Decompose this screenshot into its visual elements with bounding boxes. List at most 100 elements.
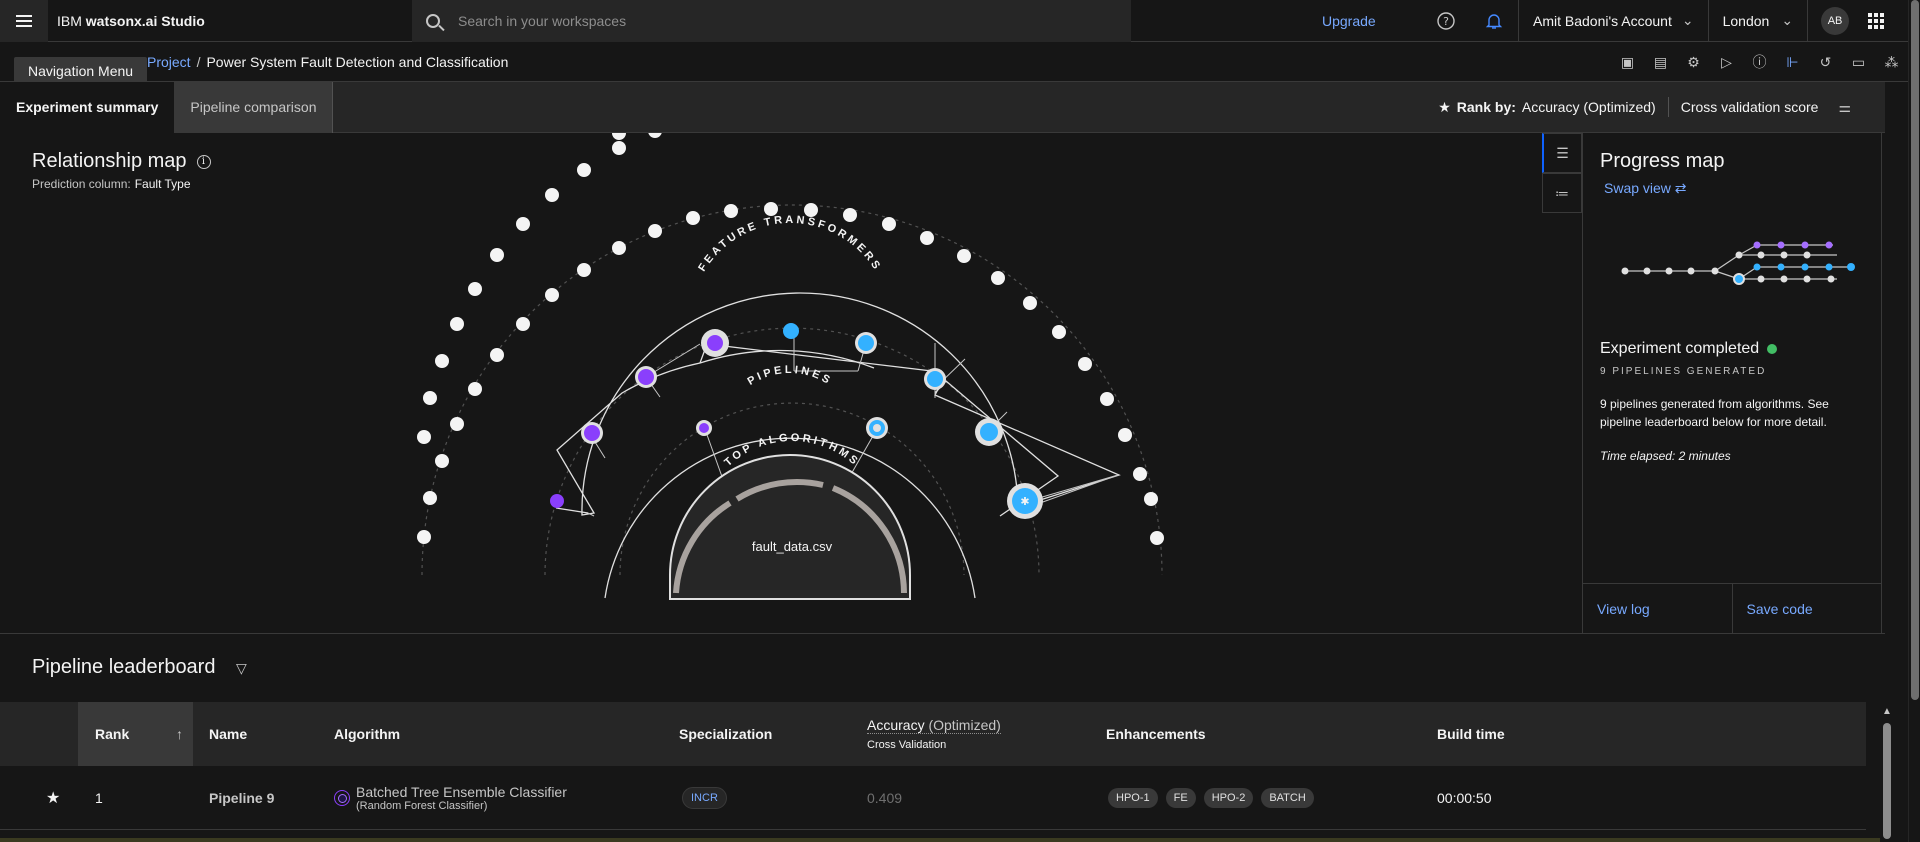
transformer-node: [764, 202, 778, 216]
column-rank-label: Rank: [95, 726, 130, 742]
transformer-node: [423, 491, 437, 505]
row-pipeline-name[interactable]: Pipeline 9: [209, 766, 274, 830]
transformer-node: [1078, 357, 1092, 371]
sort-arrow-up-icon[interactable]: ↑: [176, 726, 183, 742]
feature-transformer-nodes[interactable]: [417, 133, 700, 444]
comments-icon[interactable]: ▭: [1842, 42, 1875, 82]
page-scrollbar[interactable]: [1908, 0, 1920, 842]
row-algorithm: Batched Tree Ensemble Classifier (Random …: [334, 766, 567, 830]
save-icon[interactable]: ▣: [1611, 42, 1644, 82]
tab-pipeline-comparison[interactable]: Pipeline comparison: [174, 81, 334, 133]
save-code-button[interactable]: Save code: [1733, 584, 1882, 633]
time-elapsed: Time elapsed: 2 minutes: [1600, 449, 1731, 463]
transformer-node: [843, 208, 857, 222]
help-icon[interactable]: ?: [1422, 0, 1470, 42]
transformer-node: [1150, 531, 1164, 545]
transformer-node: [490, 248, 504, 262]
filter-icon[interactable]: ▽: [236, 660, 247, 677]
settings-gear-icon[interactable]: ⚙: [1677, 42, 1710, 82]
table-header: Rank ↑ Name Algorithm Specialization Accu…: [0, 702, 1866, 766]
search-bar[interactable]: Search in your workspaces: [412, 0, 1131, 42]
transformer-node: [516, 217, 530, 231]
scroll-up-icon[interactable]: ▲: [1881, 706, 1893, 717]
star-icon: ★: [1438, 98, 1451, 115]
experiment-details-icon[interactable]: ⊩: [1776, 42, 1809, 82]
upgrade-link[interactable]: Upgrade: [1322, 13, 1422, 29]
row-build-time: 00:00:50: [1437, 790, 1492, 806]
list-view-icon[interactable]: ≔: [1542, 173, 1582, 213]
tab-experiment-summary[interactable]: Experiment summary: [0, 81, 175, 133]
toolbar: ▣ ▤ ⚙ ▷ ⓘ ⊩ ↺ ▭ ⁂: [1611, 42, 1908, 82]
info-icon[interactable]: ⓘ: [1743, 42, 1776, 82]
star-icon[interactable]: ★: [46, 766, 60, 830]
transformer-node: [490, 348, 504, 362]
region-switcher[interactable]: London ⌄: [1707, 0, 1807, 42]
column-accuracy[interactable]: Accuracy (Optimized) Cross Validation: [867, 702, 1001, 766]
column-specialization[interactable]: Specialization: [679, 702, 772, 766]
experiment-tabs: Experiment summary Pipeline comparison ★…: [0, 81, 1885, 133]
rank-by-score: Cross validation score: [1680, 99, 1819, 115]
account-name: Amit Badoni's Account: [1533, 12, 1672, 29]
transformer-node: [545, 188, 559, 202]
svg-text:?: ?: [1443, 15, 1449, 28]
transformer-node: [991, 271, 1005, 285]
column-algorithm[interactable]: Algorithm: [334, 702, 400, 766]
accuracy-text: Accuracy: [867, 717, 925, 733]
column-build-time[interactable]: Build time: [1437, 702, 1505, 766]
checkmark-icon: [1767, 344, 1778, 354]
transformer-node: [577, 263, 591, 277]
map-view-icon[interactable]: ☰: [1542, 133, 1582, 173]
table-row[interactable]: ★ 1 Pipeline 9 Batched Tree Ensemble Cla…: [0, 766, 1866, 830]
transformer-node: [545, 288, 559, 302]
app-switcher-icon[interactable]: [1868, 12, 1885, 29]
column-rank[interactable]: Rank ↑: [78, 702, 193, 766]
transformer-node: [468, 382, 482, 396]
transformer-node: [686, 211, 700, 225]
swap-view-link[interactable]: Swap view ⇄: [1604, 180, 1687, 197]
breadcrumb-project-link[interactable]: Project: [147, 54, 191, 70]
account-switcher[interactable]: Amit Badoni's Account ⌄: [1518, 0, 1708, 42]
history-icon[interactable]: ↺: [1809, 42, 1842, 82]
specialization-tag: INCR: [682, 787, 727, 809]
enhancement-tag: HPO-1: [1108, 788, 1158, 808]
transformer-node: [648, 133, 662, 138]
transformer-node: [516, 317, 530, 331]
region-name: London: [1722, 12, 1770, 29]
transformer-node: [882, 217, 896, 231]
feature-transformer-nodes-top[interactable]: [612, 133, 626, 140]
scroll-thumb[interactable]: [1883, 723, 1891, 839]
transformer-node: [450, 317, 464, 331]
row-specialization: INCR: [682, 766, 735, 830]
breadcrumb: Project / Power System Fault Detection and…: [147, 54, 508, 70]
enhancement-tag: HPO-2: [1203, 788, 1254, 808]
transformer-node: [435, 454, 449, 468]
table-scrollbar[interactable]: ▲: [1881, 706, 1893, 842]
user-menu[interactable]: AB: [1807, 0, 1862, 42]
hamburger-menu-icon[interactable]: [0, 0, 48, 42]
cross-validation-label: Cross Validation: [867, 739, 947, 751]
run-play-icon[interactable]: ▷: [1710, 42, 1743, 82]
sliders-icon[interactable]: ⚌: [1838, 99, 1851, 116]
transformer-node: [612, 241, 626, 255]
page-scroll-thumb[interactable]: [1910, 0, 1919, 700]
product-name[interactable]: IBM watsonx.ai Studio: [48, 13, 412, 29]
view-log-button[interactable]: View log: [1583, 584, 1733, 633]
transformer-node: [1052, 325, 1066, 339]
row-enhancements: HPO-1 FE HPO-2 BATCH: [1108, 766, 1322, 830]
progress-description: 9 pipelines generated from algorithms. S…: [1600, 397, 1829, 429]
rank-by-control[interactable]: ★ Rank by: Accuracy (Optimized) Cross va…: [1438, 97, 1851, 117]
column-name[interactable]: Name: [209, 702, 247, 766]
column-accuracy-label: Accuracy (Optimized): [867, 717, 1001, 734]
transformer-node: [1100, 392, 1114, 406]
search-placeholder: Search in your workspaces: [458, 12, 627, 29]
save-as-icon[interactable]: ▤: [1644, 42, 1677, 82]
avatar[interactable]: AB: [1821, 6, 1850, 35]
notification-bell-icon[interactable]: [1470, 0, 1518, 42]
ring-label-feature-transformers: FEATURE TRANSFORMERS: [696, 214, 884, 274]
transformer-node: [1118, 428, 1132, 442]
divider: [1667, 97, 1669, 117]
assets-icon[interactable]: ⁂: [1875, 42, 1908, 82]
chevron-down-icon: ⌄: [1781, 12, 1794, 28]
experiment-status: Experiment completed: [1600, 340, 1778, 358]
column-enhancements[interactable]: Enhancements: [1106, 702, 1206, 766]
